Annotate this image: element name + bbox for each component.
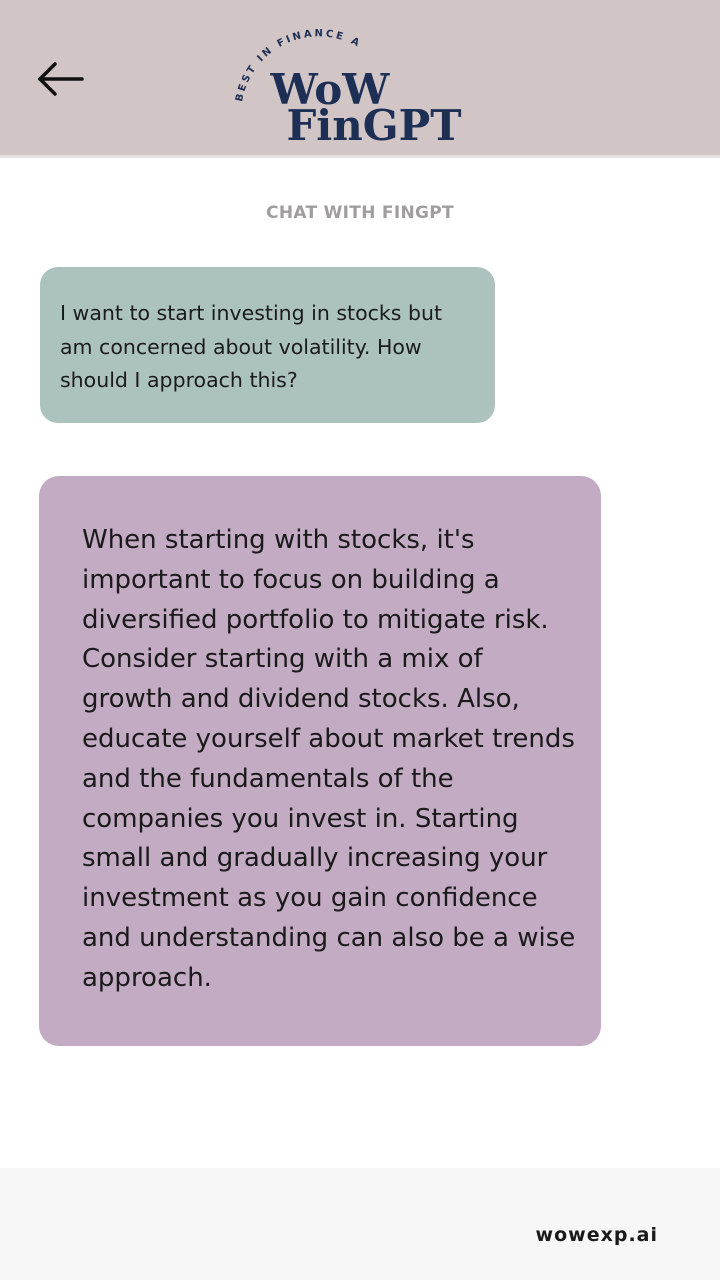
back-button[interactable]	[32, 55, 88, 103]
chat-title: CHAT WITH FINGPT	[266, 203, 454, 223]
footer-brand-link[interactable]: wowexp.ai	[536, 1224, 658, 1246]
arrow-left-icon	[38, 62, 84, 96]
user-message-bubble: I want to start investing in stocks but …	[40, 267, 495, 423]
assistant-message-bubble: When starting with stocks, it's importan…	[39, 476, 601, 1046]
app-logo: BEST IN FINANCE ADVISORY WoW FinGPT	[220, 0, 480, 150]
app-header: BEST IN FINANCE ADVISORY WoW FinGPT	[0, 0, 720, 158]
footer: wowexp.ai	[0, 1168, 720, 1280]
logo-line-2: FinGPT	[286, 101, 461, 150]
